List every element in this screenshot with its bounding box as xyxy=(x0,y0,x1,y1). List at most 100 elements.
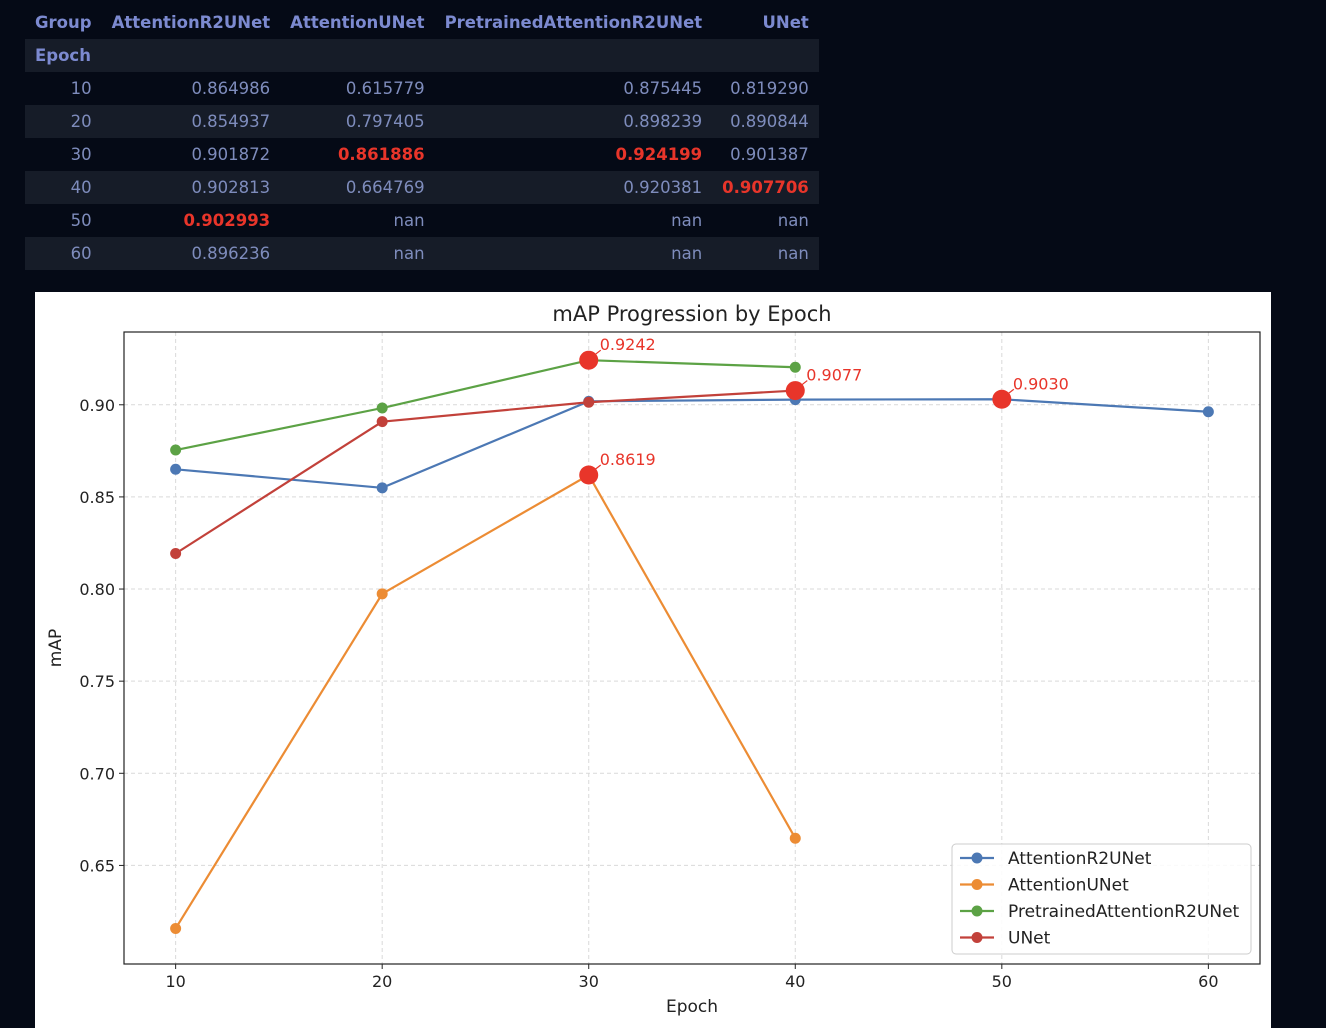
legend-label: PretrainedAttentionR2UNet xyxy=(1008,902,1240,922)
value-cell: 0.854937 xyxy=(101,105,281,138)
value-cell: 0.902813 xyxy=(101,171,281,204)
value-cell: 0.797405 xyxy=(280,105,435,138)
map-line-chart: 10 20 30 40 50 60 0.65 0.70 0.75 0.80 0.85 0.90 mAP … xyxy=(46,302,1261,1017)
series-line xyxy=(175,389,796,555)
legend-label: AttentionUNet xyxy=(1008,876,1129,896)
series-line xyxy=(175,359,796,452)
data-point xyxy=(170,463,182,475)
annotation-label: 0.9077 xyxy=(806,366,862,385)
data-point xyxy=(170,444,182,456)
value-cell: nan xyxy=(280,204,435,237)
legend-marker xyxy=(971,905,983,917)
data-point xyxy=(1202,406,1214,418)
value-cell: 0.875445 xyxy=(434,72,713,105)
value-cell: 0.819290 xyxy=(712,72,819,105)
annotation-label: 0.9030 xyxy=(1013,374,1069,393)
legend-marker xyxy=(971,932,983,943)
value-cell: 0.898239 xyxy=(434,105,713,138)
data-point xyxy=(789,361,801,373)
table-row: 20 0.854937 0.797405 0.898239 0.890844 xyxy=(25,105,819,138)
x-tick-label: 60 xyxy=(1198,972,1218,991)
value-cell: nan xyxy=(280,237,435,270)
legend-label: UNet xyxy=(1008,929,1051,949)
column-header: AttentionUNet xyxy=(280,6,435,39)
table-row: 40 0.902813 0.664769 0.920381 0.907706 xyxy=(25,171,819,204)
legend-marker xyxy=(971,879,983,890)
epoch-cell: 20 xyxy=(25,105,102,138)
results-table-container: Group AttentionR2UNet AttentionUNet Pret… xyxy=(25,6,819,270)
column-header: PretrainedAttentionR2UNet xyxy=(434,6,713,39)
value-cell: 0.664769 xyxy=(280,171,435,204)
series-line xyxy=(174,473,797,930)
best-value-cell: 0.902993 xyxy=(101,204,281,237)
best-point-marker xyxy=(785,381,805,401)
y-tick-label: 0.85 xyxy=(79,488,115,507)
column-header-group: Group xyxy=(25,6,102,39)
best-point-marker xyxy=(992,389,1012,409)
x-axis-label: Epoch xyxy=(666,997,718,1017)
best-value-cell: 0.907706 xyxy=(712,171,819,204)
y-tick-label: 0.80 xyxy=(79,580,115,599)
legend-label: AttentionR2UNet xyxy=(1008,849,1152,869)
epoch-cell: 30 xyxy=(25,138,102,171)
x-tick-label: 50 xyxy=(992,972,1012,991)
data-point xyxy=(376,402,388,414)
data-point xyxy=(376,482,388,494)
value-cell: 0.890844 xyxy=(712,105,819,138)
table-index-header-row: Epoch xyxy=(25,39,819,72)
y-tick-label: 0.65 xyxy=(79,856,115,875)
epoch-cell: 50 xyxy=(25,204,102,237)
annotation-label: 0.9242 xyxy=(600,335,656,354)
series-line xyxy=(175,398,1209,489)
value-cell: 0.901387 xyxy=(712,138,819,171)
x-tick-label: 30 xyxy=(579,972,599,991)
best-value-cell: 0.924199 xyxy=(434,138,713,171)
data-point xyxy=(376,416,388,428)
table-row: 50 0.902993 nan nan nan xyxy=(25,204,819,237)
y-tick-label: 0.75 xyxy=(79,672,115,691)
table-row: 30 0.901872 0.861886 0.924199 0.901387 xyxy=(25,138,819,171)
value-cell: nan xyxy=(712,204,819,237)
table-body: 10 0.864986 0.615779 0.875445 0.819290 20 0.85… xyxy=(25,72,819,270)
data-point xyxy=(583,396,595,408)
value-cell: nan xyxy=(712,237,819,270)
y-tick-label: 0.90 xyxy=(79,396,115,415)
table-row: 10 0.864986 0.615779 0.875445 0.819290 xyxy=(25,72,819,105)
chart-title: mAP Progression by Epoch xyxy=(552,302,831,326)
results-table: Group AttentionR2UNet AttentionUNet Pret… xyxy=(25,6,819,270)
empty-header-cell xyxy=(101,39,281,72)
chart-panel: 10 20 30 40 50 60 0.65 0.70 0.75 0.80 0.85 0.90 mAP … xyxy=(35,292,1271,1028)
value-cell: 0.864986 xyxy=(101,72,281,105)
best-point-marker xyxy=(579,350,599,370)
legend-marker xyxy=(971,852,983,864)
epoch-cell: 60 xyxy=(25,237,102,270)
data-point xyxy=(170,547,182,559)
value-cell: 0.615779 xyxy=(280,72,435,105)
value-cell: nan xyxy=(434,204,713,237)
annotation-label: 0.8619 xyxy=(600,450,656,469)
data-point xyxy=(376,588,388,600)
empty-header-cell xyxy=(280,39,435,72)
y-tick-label: 0.70 xyxy=(79,764,115,783)
x-tick-label: 10 xyxy=(165,972,185,991)
epoch-cell: 10 xyxy=(25,72,102,105)
x-tick-label: 40 xyxy=(785,972,805,991)
value-cell: 0.920381 xyxy=(434,171,713,204)
best-point-marker xyxy=(579,465,599,485)
table-header-row: Group AttentionR2UNet AttentionUNet Pret… xyxy=(25,6,819,39)
y-axis-label: mAP xyxy=(46,629,66,667)
data-point xyxy=(789,832,801,844)
column-header: UNet xyxy=(712,6,819,39)
best-value-cell: 0.861886 xyxy=(280,138,435,171)
value-cell: 0.896236 xyxy=(101,237,281,270)
value-cell: nan xyxy=(434,237,713,270)
epoch-cell: 40 xyxy=(25,171,102,204)
data-point xyxy=(170,922,182,934)
value-cell: 0.901872 xyxy=(101,138,281,171)
column-header: AttentionR2UNet xyxy=(101,6,281,39)
index-header-epoch: Epoch xyxy=(25,39,102,72)
empty-header-cell xyxy=(434,39,713,72)
empty-header-cell xyxy=(712,39,819,72)
table-row: 60 0.896236 nan nan nan xyxy=(25,237,819,270)
x-tick-label: 20 xyxy=(372,972,392,991)
